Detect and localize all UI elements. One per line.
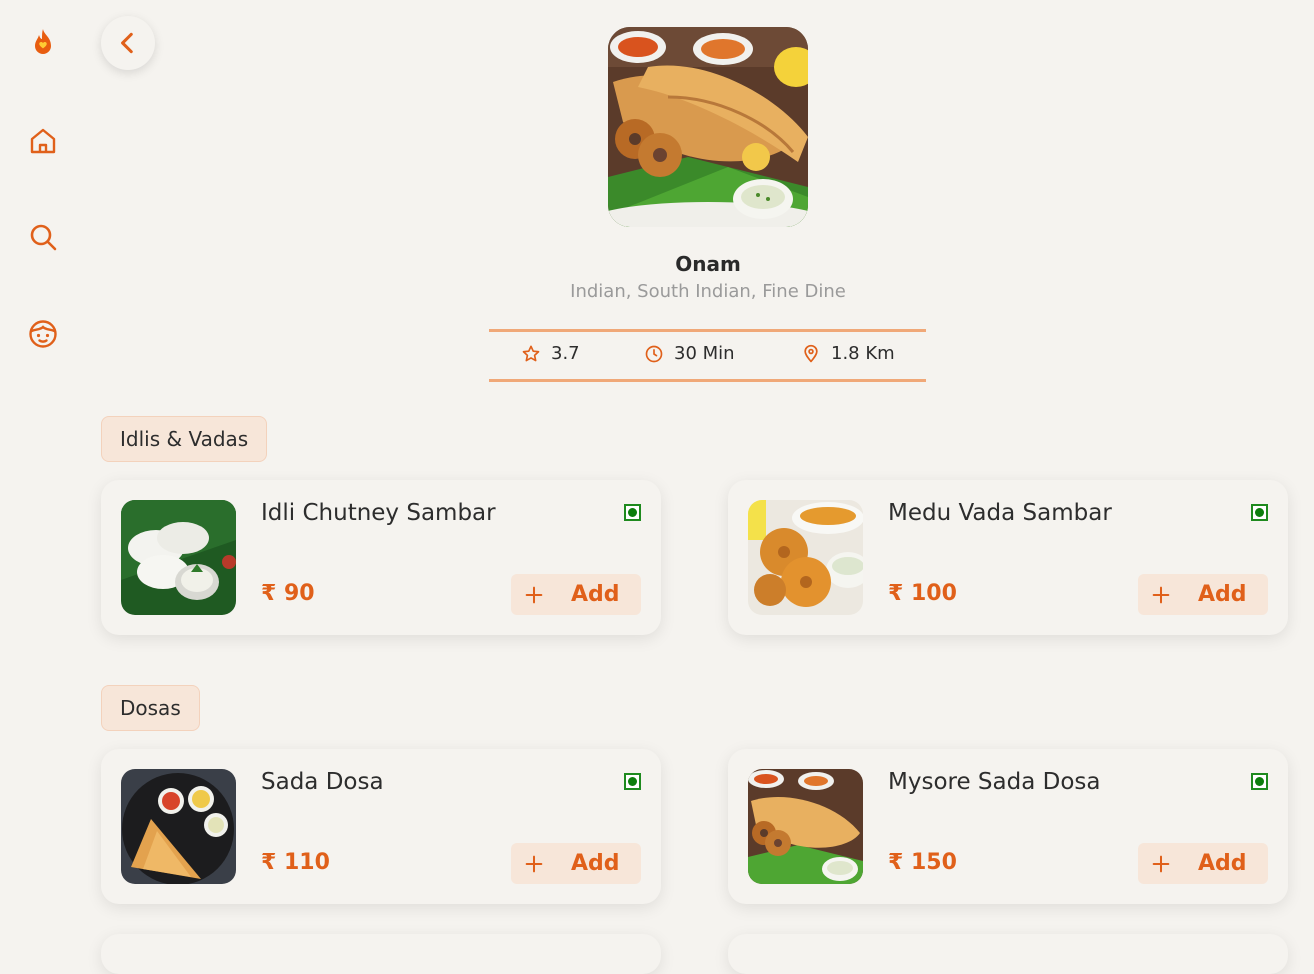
add-button-label: Add — [571, 582, 620, 607]
plus-icon — [525, 586, 543, 603]
plus-icon — [1152, 586, 1170, 603]
veg-indicator-icon — [1251, 773, 1268, 790]
back-button[interactable] — [101, 16, 155, 70]
category-chip[interactable]: Dosas — [101, 685, 200, 731]
home-icon[interactable] — [26, 124, 60, 158]
restaurant-stats-bar: 3.7 30 Min 1.8 Km — [489, 329, 926, 382]
veg-indicator-icon — [1251, 504, 1268, 521]
distance-stat: 1.8 Km — [801, 343, 895, 364]
clock-icon — [645, 345, 663, 362]
chevron-left-icon — [121, 32, 133, 54]
item-image — [748, 769, 863, 884]
plus-icon — [525, 855, 543, 872]
flame-logo-icon[interactable] — [26, 26, 60, 60]
item-image — [748, 500, 863, 615]
profile-icon[interactable] — [26, 317, 60, 351]
veg-indicator-icon — [624, 773, 641, 790]
item-image — [121, 769, 236, 884]
star-icon — [522, 345, 540, 361]
restaurant-tags: Indian, South Indian, Fine Dine — [570, 281, 846, 302]
menu-item-card[interactable]: Sada Dosa ₹ 110 Add — [101, 749, 661, 904]
add-button-label: Add — [1198, 582, 1247, 607]
menu-item-card[interactable]: Mysore Sada Dosa ₹ 150 Add — [728, 749, 1288, 904]
menu-item-card[interactable]: Idli Chutney Sambar ₹ 90 Add — [101, 480, 661, 635]
plus-icon — [1152, 855, 1170, 872]
item-price: ₹ 150 — [888, 850, 957, 875]
delivery-time-value: 30 Min — [674, 343, 735, 364]
add-button-label: Add — [571, 851, 620, 876]
item-name: Idli Chutney Sambar — [261, 500, 496, 526]
category-chip[interactable]: Idlis & Vadas — [101, 416, 268, 462]
veg-indicator-icon — [624, 504, 641, 521]
restaurant-hero-image — [608, 27, 808, 227]
add-button[interactable]: Add — [1138, 574, 1268, 615]
add-button-label: Add — [1198, 851, 1247, 876]
rating-stat: 3.7 — [521, 343, 580, 364]
add-button[interactable]: Add — [1138, 843, 1268, 884]
delivery-time-stat: 30 Min — [644, 343, 735, 364]
item-price: ₹ 90 — [261, 581, 315, 606]
search-icon[interactable] — [26, 220, 60, 254]
item-name: Mysore Sada Dosa — [888, 769, 1101, 795]
item-price: ₹ 100 — [888, 581, 957, 606]
restaurant-name: Onam — [675, 252, 741, 276]
item-price: ₹ 110 — [261, 850, 330, 875]
add-button[interactable]: Add — [511, 843, 641, 884]
menu-item-card-partial[interactable] — [728, 934, 1288, 974]
item-image — [121, 500, 236, 615]
menu-item-card-partial[interactable] — [101, 934, 661, 974]
item-name: Sada Dosa — [261, 769, 384, 795]
add-button[interactable]: Add — [511, 574, 641, 615]
rating-value: 3.7 — [551, 343, 580, 364]
menu-item-card[interactable]: Medu Vada Sambar ₹ 100 Add — [728, 480, 1288, 635]
location-pin-icon — [804, 344, 818, 362]
distance-value: 1.8 Km — [831, 343, 895, 364]
sidebar — [0, 0, 86, 944]
item-name: Medu Vada Sambar — [888, 500, 1112, 526]
